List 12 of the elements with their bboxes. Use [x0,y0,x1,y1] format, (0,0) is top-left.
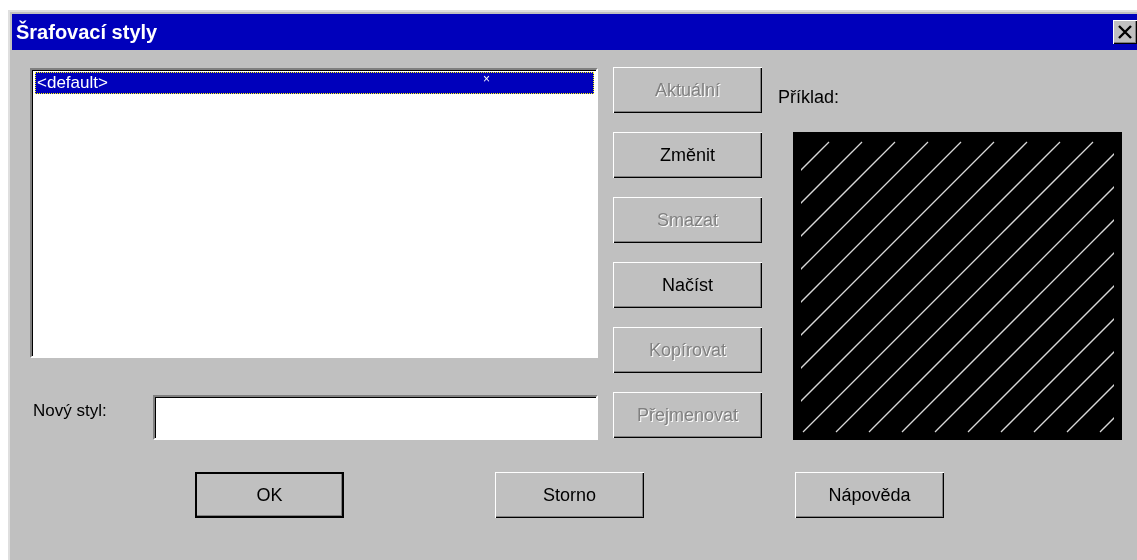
action-button[interactable]: Načíst [613,262,762,308]
dialog-button[interactable]: Nápověda [795,472,944,518]
preview-label: Příklad: [778,87,841,108]
close-button[interactable] [1113,20,1137,44]
dialog-button[interactable]: Storno [495,472,644,518]
close-icon [1117,25,1133,39]
window-title: Šrafovací styly [16,20,158,44]
new-style-field[interactable] [153,395,598,440]
new-style-label: Nový styl: [32,400,108,421]
action-button[interactable]: Změnit [613,132,762,178]
list-item[interactable]: <default> × [35,72,594,94]
dialog-button[interactable]: OK [195,472,344,518]
